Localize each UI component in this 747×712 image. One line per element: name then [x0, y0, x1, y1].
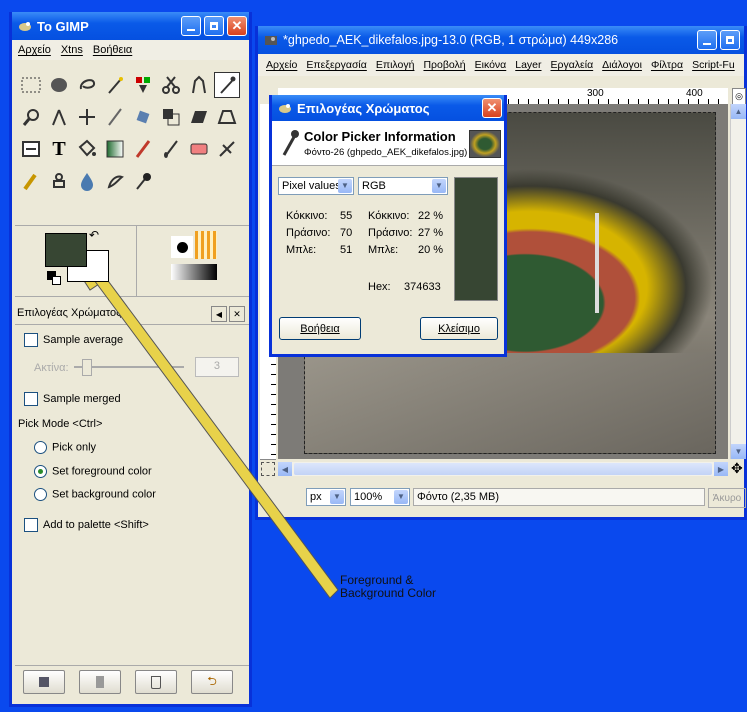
- annotation-arrow: [70, 260, 339, 599]
- annotation-line-2: Background Color: [340, 586, 437, 600]
- foreground-color-swatch[interactable]: [45, 233, 87, 267]
- annotation-text: Foreground & Background Color: [340, 574, 436, 600]
